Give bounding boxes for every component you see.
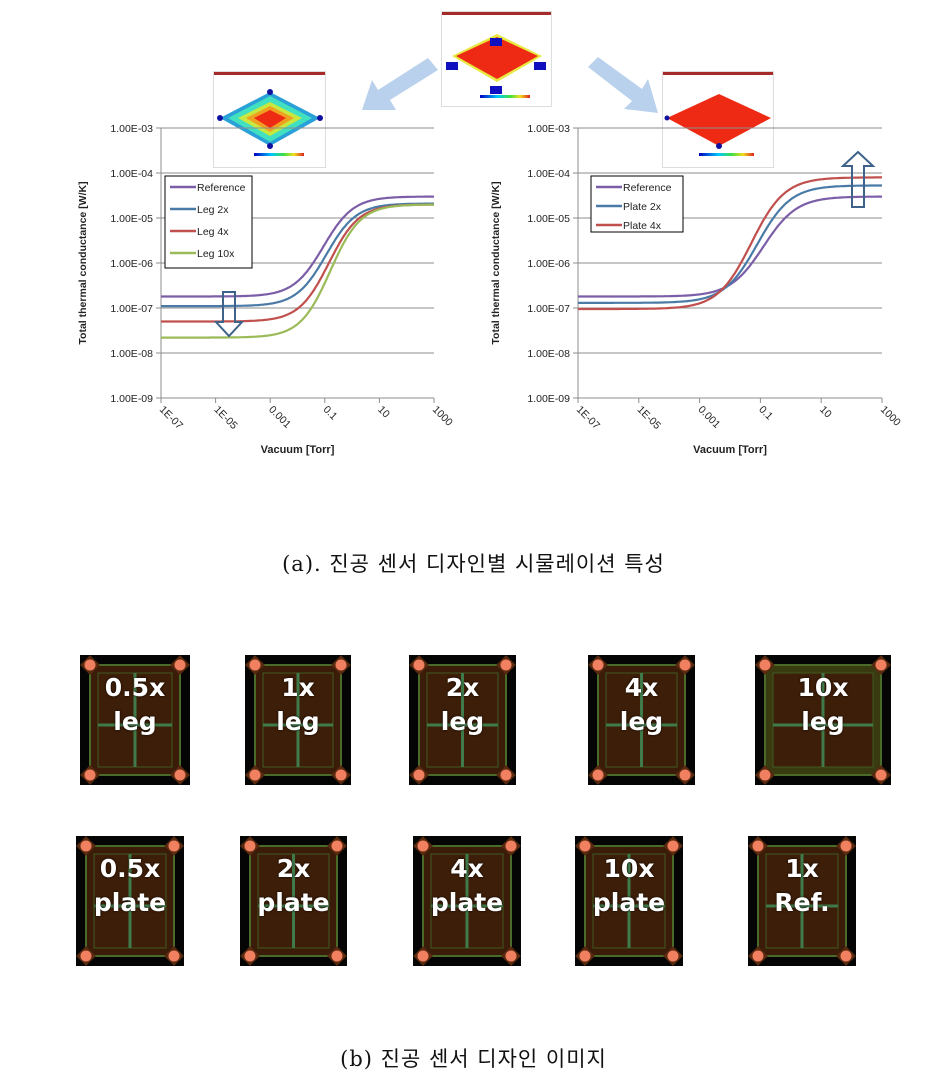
bond-pad-icon <box>679 659 691 671</box>
y-tick-label: 1.00E-08 <box>527 348 570 360</box>
design-label-size: 4x <box>624 673 659 702</box>
design-image-10x-leg: 10x leg <box>755 655 891 785</box>
y-tick-label: 1.00E-09 <box>527 393 570 405</box>
design-image-1x-ref: 1x Ref. <box>748 836 856 966</box>
bond-pad-icon <box>335 659 347 671</box>
bond-pad-icon <box>331 950 343 962</box>
design-image-2x-leg: 2x leg <box>409 655 516 785</box>
design-label-size: 2x <box>276 854 311 883</box>
y-tick-label: 1.00E-07 <box>527 303 570 315</box>
bond-pad-icon <box>500 659 512 671</box>
bond-pad-icon <box>667 950 679 962</box>
design-image-4x-plate: 4x plate <box>413 836 521 966</box>
design-label-size: 0.5x <box>104 673 166 702</box>
bond-pad-icon <box>244 840 256 852</box>
x-tick-label: 0.001 <box>695 404 722 431</box>
x-tick-label: 10 <box>817 404 834 421</box>
x-tick-label: 0.1 <box>756 404 775 423</box>
bond-pad-icon <box>875 769 887 781</box>
design-label-type: plate <box>592 888 666 917</box>
design-label-type: Ref. <box>774 888 830 917</box>
design-label-type: leg <box>113 707 157 736</box>
bond-pad-icon <box>505 950 517 962</box>
x-tick-label: 1000 <box>878 404 903 429</box>
design-label-type: leg <box>801 707 845 736</box>
bond-pad-icon <box>335 769 347 781</box>
design-label-type: plate <box>430 888 504 917</box>
bond-pad-icon <box>168 950 180 962</box>
legend-label: Plate 4x <box>623 220 662 232</box>
bond-pad-icon <box>249 769 261 781</box>
design-label-size: 1x <box>785 854 819 883</box>
design-label-size: 1x <box>281 673 315 702</box>
design-label-size: 0.5x <box>99 854 161 883</box>
design-image-10x-plate: 10x plate <box>575 836 683 966</box>
design-label-type: leg <box>276 707 320 736</box>
x-tick-label: 1E-07 <box>574 404 602 432</box>
bond-pad-icon <box>413 769 425 781</box>
design-label-type: leg <box>440 707 485 736</box>
design-label-type: leg <box>619 707 664 736</box>
bond-pad-icon <box>84 659 96 671</box>
bond-pad-icon <box>752 840 764 852</box>
bond-pad-icon <box>579 840 591 852</box>
bond-pad-icon <box>168 840 180 852</box>
bond-pad-icon <box>505 840 517 852</box>
y-tick-label: 1.00E-04 <box>527 168 570 180</box>
legend-label: Reference <box>623 182 672 194</box>
bond-pad-icon <box>174 659 186 671</box>
bond-pad-icon <box>80 840 92 852</box>
up-arrow-icon <box>840 150 876 208</box>
bond-pad-icon <box>84 769 96 781</box>
design-label-type: plate <box>257 888 330 917</box>
design-label-size: 4x <box>450 854 484 883</box>
bond-pad-icon <box>579 950 591 962</box>
y-tick-label: 1.00E-03 <box>527 123 570 135</box>
bond-pad-icon <box>592 769 604 781</box>
caption-a: (a). 진공 센서 디자인별 시물레이션 특성 <box>282 552 665 576</box>
y-tick-label: 1.00E-05 <box>527 213 570 225</box>
bond-pad-icon <box>840 950 852 962</box>
design-image-2x-plate: 2x plate <box>240 836 347 966</box>
design-label-size: 2x <box>445 673 480 702</box>
legend-label: Plate 2x <box>623 201 662 213</box>
bond-pad-icon <box>174 769 186 781</box>
bond-pad-icon <box>500 769 512 781</box>
design-label-size: 10x <box>797 673 849 702</box>
y-tick-label: 1.00E-06 <box>527 258 570 270</box>
bond-pad-icon <box>667 840 679 852</box>
bond-pad-icon <box>759 659 771 671</box>
bond-pad-icon <box>592 659 604 671</box>
bond-pad-icon <box>244 950 256 962</box>
caption-b: (b) 진공 센서 디자인 이미지 <box>340 1047 607 1071</box>
bond-pad-icon <box>80 950 92 962</box>
x-tick-label: 1E-05 <box>635 404 663 432</box>
design-image-0_5x-plate: 0.5x plate <box>76 836 184 966</box>
design-image-1x-leg: 1x leg <box>245 655 351 785</box>
bond-pad-icon <box>331 840 343 852</box>
bond-pad-icon <box>413 659 425 671</box>
bond-pad-icon <box>249 659 261 671</box>
design-image-0_5x-leg: 0.5x leg <box>80 655 190 785</box>
bond-pad-icon <box>679 769 691 781</box>
bond-pad-icon <box>840 840 852 852</box>
bond-pad-icon <box>875 659 887 671</box>
design-image-4x-leg: 4x leg <box>588 655 695 785</box>
design-label-type: plate <box>93 888 167 917</box>
bond-pad-icon <box>759 769 771 781</box>
design-label-size: 10x <box>603 854 655 883</box>
bond-pad-icon <box>417 840 429 852</box>
bond-pad-icon <box>752 950 764 962</box>
chart-plate-variation: 1.00E-03 1.00E-04 1.00E-05 1.00E-06 1.00E-07… <box>490 123 903 456</box>
x-axis-label: Vacuum [Torr] <box>693 444 767 456</box>
y-axis-label: Total thermal conductance [W/K] <box>490 181 502 344</box>
bond-pad-icon <box>417 950 429 962</box>
